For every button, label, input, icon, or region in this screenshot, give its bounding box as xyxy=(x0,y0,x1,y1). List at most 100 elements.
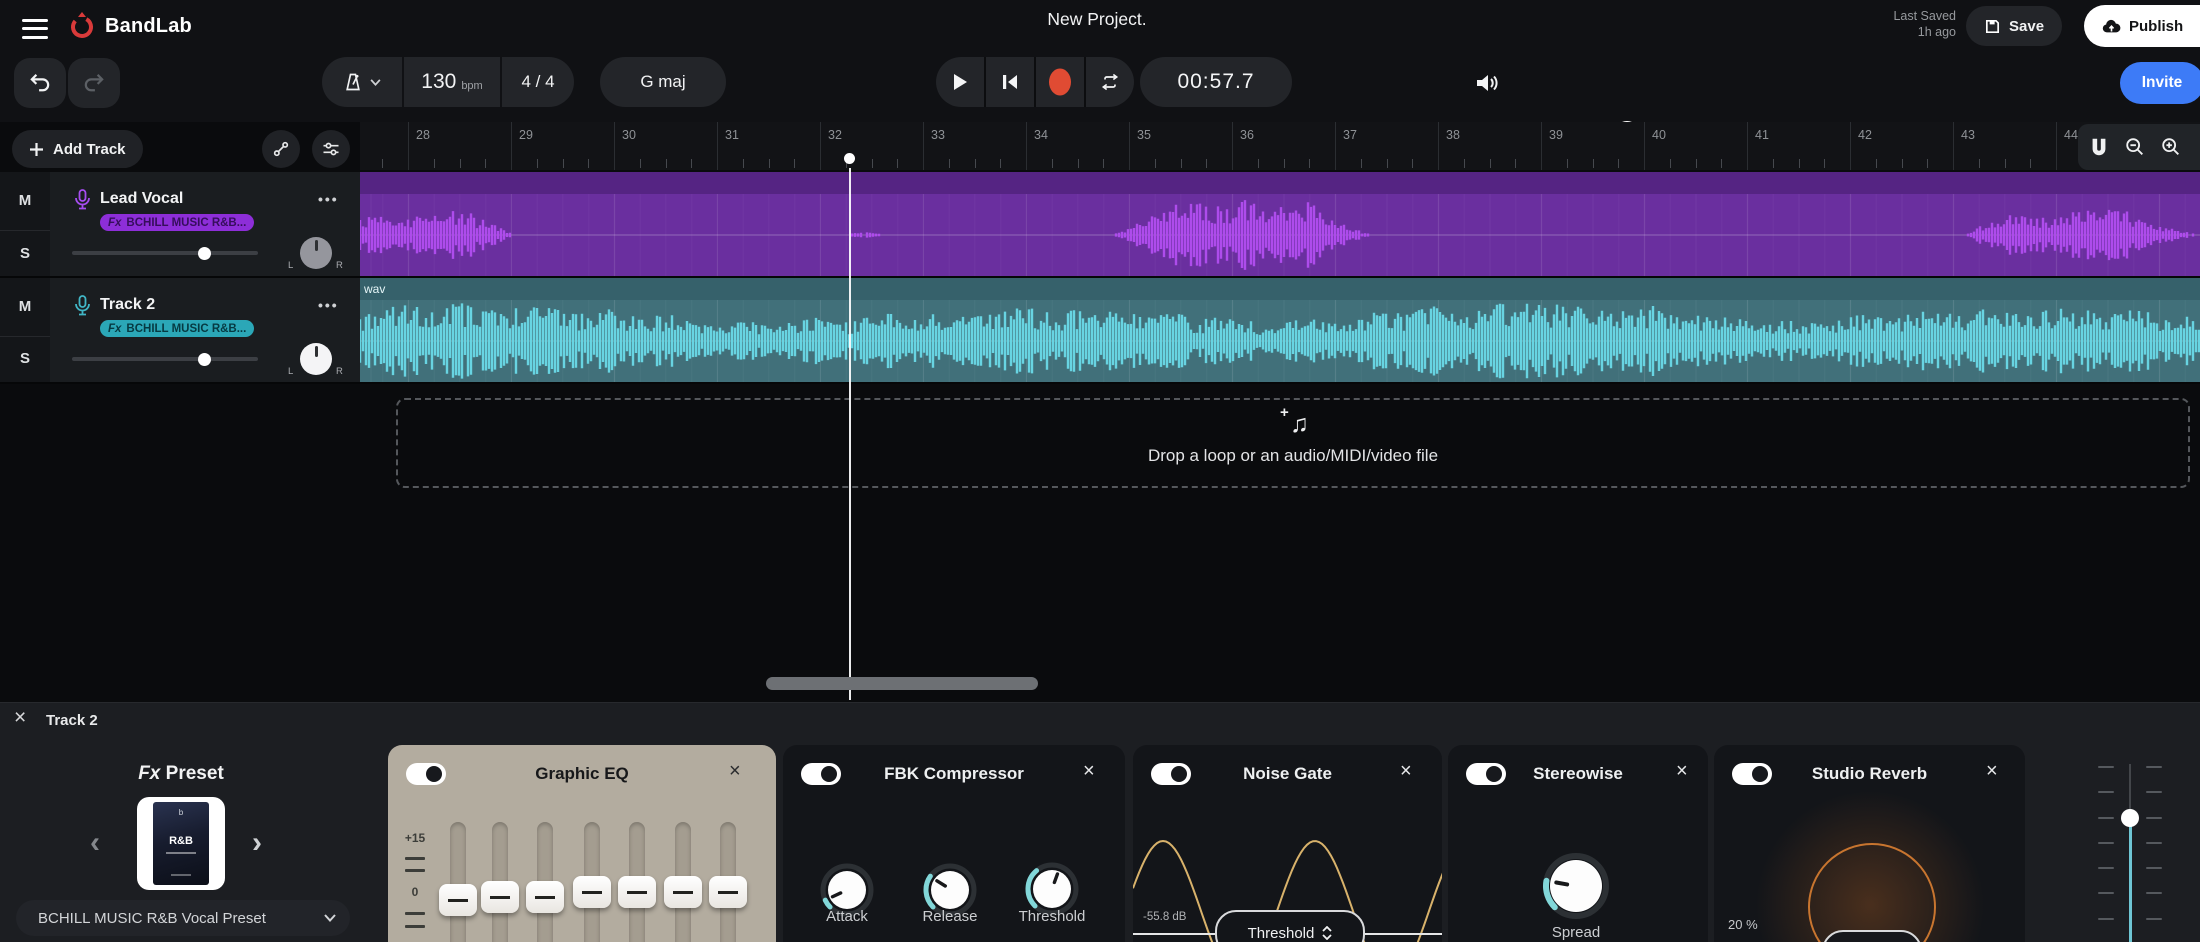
timeline-ruler[interactable]: 2829303132333435363738394041424344 xyxy=(360,122,2200,170)
play-button[interactable] xyxy=(936,57,984,107)
track2-header[interactable]: Track 2 ••• Fx BCHILL MUSIC R&B... L R xyxy=(50,278,360,382)
track1-header[interactable]: Lead Vocal ••• Fx BCHILL MUSIC R&B... L … xyxy=(50,172,360,276)
track-volume-knob[interactable] xyxy=(198,353,211,366)
pan-knob[interactable] xyxy=(300,343,332,375)
drop-zone-text: Drop a loop or an audio/MIDI/video file xyxy=(398,446,2188,466)
close-icon[interactable]: × xyxy=(729,760,741,783)
track-fx-preset-badge[interactable]: Fx BCHILL MUSIC R&B... xyxy=(100,320,254,337)
ruler-bar-number: 36 xyxy=(1240,128,1254,142)
undo-button[interactable] xyxy=(14,58,66,108)
eq-band-handle[interactable] xyxy=(618,876,656,908)
patch-cable-button[interactable] xyxy=(262,130,300,168)
ruler-bar-number: 39 xyxy=(1549,128,1563,142)
mixer-icon xyxy=(321,139,341,159)
eq-band-handle[interactable] xyxy=(526,881,564,913)
ruler-minor-tick xyxy=(769,159,770,168)
ruler-bar-line xyxy=(717,122,718,170)
close-icon[interactable]: × xyxy=(1400,760,1412,783)
close-icon[interactable]: × xyxy=(1676,760,1688,783)
track-name[interactable]: Track 2 xyxy=(100,296,155,314)
reverb-param-selector[interactable]: Mix xyxy=(1822,930,1922,942)
eq-band-handle[interactable] xyxy=(439,884,477,916)
add-track-button[interactable]: Add Track xyxy=(12,130,143,168)
publish-button[interactable]: Publish xyxy=(2084,5,2200,47)
preset-artwork-card[interactable]: b R&B xyxy=(137,797,225,890)
horizontal-scrollbar[interactable] xyxy=(766,677,1038,690)
track-menu-icon[interactable]: ••• xyxy=(318,297,339,313)
undo-icon xyxy=(29,73,51,93)
eq-band-handle[interactable] xyxy=(664,876,702,908)
zoom-out-button[interactable] xyxy=(2124,136,2146,158)
zoom-in-button[interactable] xyxy=(2160,136,2182,158)
time-signature-button[interactable]: 4 / 4 xyxy=(502,57,574,107)
ruler-bar-line xyxy=(1438,122,1439,170)
file-drop-zone[interactable]: ♫ + Drop a loop or an audio/MIDI/video f… xyxy=(396,398,2190,488)
ruler-bar-line xyxy=(923,122,924,170)
pan-knob[interactable] xyxy=(300,237,332,269)
track-volume-knob[interactable] xyxy=(198,247,211,260)
invite-button[interactable]: Invite xyxy=(2120,62,2200,104)
ruler-bar-number: 35 xyxy=(1137,128,1151,142)
ruler-minor-tick xyxy=(872,159,873,168)
track1-solo-button[interactable]: S xyxy=(0,245,50,262)
track-menu-icon[interactable]: ••• xyxy=(318,191,339,207)
preset-dropdown[interactable]: BCHILL MUSIC R&B Vocal Preset xyxy=(16,900,350,936)
bpm-button[interactable]: 130 bpm xyxy=(404,57,500,107)
track1-audio-clip[interactable] xyxy=(360,172,2200,276)
track-volume-slider[interactable] xyxy=(72,251,258,255)
play-icon xyxy=(952,73,968,91)
brand-name: BandLab xyxy=(105,15,192,38)
time-display[interactable]: 00:57.7 xyxy=(1140,57,1292,107)
ruler-bar-line xyxy=(820,122,821,170)
ruler-minor-tick xyxy=(743,159,744,168)
eq-scale-zero: 0 xyxy=(395,885,435,899)
playhead-handle[interactable] xyxy=(844,153,855,164)
reverb-mix-value: 20 % xyxy=(1728,917,1758,932)
track2-mute-button[interactable]: M xyxy=(0,298,50,315)
metronome-button[interactable] xyxy=(322,57,402,107)
spread-knob[interactable] xyxy=(1542,852,1610,920)
eq-band-handle[interactable] xyxy=(481,881,519,913)
save-icon xyxy=(1984,18,2001,35)
key-button[interactable]: G maj xyxy=(600,57,726,107)
track-name[interactable]: Lead Vocal xyxy=(100,190,183,208)
loop-button[interactable] xyxy=(1086,57,1134,107)
ruler-minor-tick xyxy=(2030,159,2031,168)
eq-band-handle[interactable] xyxy=(573,876,611,908)
ruler-minor-tick xyxy=(897,159,898,168)
magnet-snap-button[interactable] xyxy=(2088,136,2110,158)
ruler-minor-tick xyxy=(1618,159,1619,168)
close-icon[interactable]: × xyxy=(1083,760,1095,783)
speaker-icon[interactable] xyxy=(1474,70,1500,96)
track2-solo-button[interactable]: S xyxy=(0,350,50,367)
ruler-minor-tick xyxy=(949,159,950,168)
track2-audio-clip[interactable]: wav xyxy=(360,278,2200,382)
gate-param-selector[interactable]: Threshold xyxy=(1215,910,1365,942)
attack-label: Attack xyxy=(792,908,902,925)
close-panel-icon[interactable]: × xyxy=(14,708,26,728)
preset-prev-button[interactable]: ‹ xyxy=(90,826,100,860)
output-fader-knob[interactable] xyxy=(2121,809,2139,827)
project-title[interactable]: New Project. xyxy=(947,9,1247,30)
redo-button[interactable] xyxy=(68,58,120,108)
eq-band-handle[interactable] xyxy=(709,876,747,908)
record-button[interactable] xyxy=(1036,57,1084,107)
mixer-button[interactable] xyxy=(312,130,350,168)
ruler-minor-tick xyxy=(1258,159,1259,168)
ruler-bar-number: 28 xyxy=(416,128,430,142)
last-saved-status: Last Saved 1h ago xyxy=(1820,8,1956,40)
track-fx-preset-badge[interactable]: Fx BCHILL MUSIC R&B... xyxy=(100,214,254,231)
track-volume-slider[interactable] xyxy=(72,357,258,361)
track1-mute-button[interactable]: M xyxy=(0,192,50,209)
plus-icon xyxy=(29,142,44,157)
save-button[interactable]: Save xyxy=(1966,6,2062,46)
brand-logo[interactable]: BandLab xyxy=(68,11,192,41)
graphic-eq-title: Graphic EQ xyxy=(388,764,776,784)
ruler-tools xyxy=(2078,124,2200,170)
pan-left-label: L xyxy=(288,366,293,377)
preset-next-button[interactable]: › xyxy=(252,826,262,860)
close-icon[interactable]: × xyxy=(1986,760,1998,783)
skip-to-start-button[interactable] xyxy=(986,57,1034,107)
ruler-bar-line xyxy=(1541,122,1542,170)
hamburger-menu-button[interactable] xyxy=(22,13,48,44)
